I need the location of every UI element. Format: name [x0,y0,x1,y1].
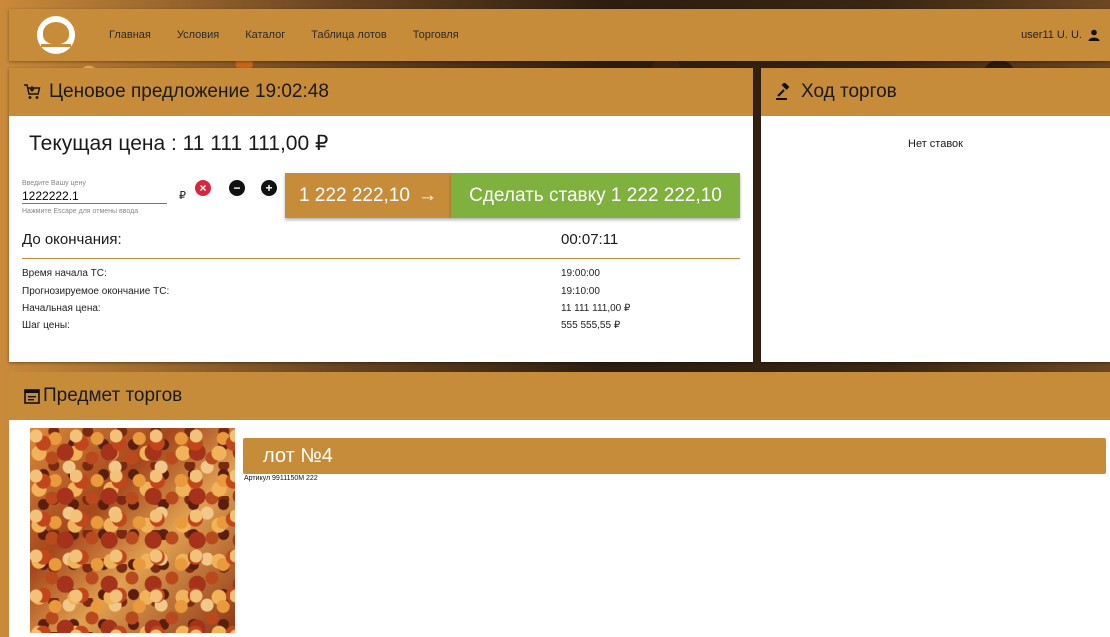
history-panel-title: Ход торгов [801,81,897,102]
history-panel: Ход торгов Нет ставок [761,68,1110,362]
lot-article: Артикул 9911150M 222 [244,475,318,482]
info-label: Шаг цены: [22,320,70,331]
suggested-price-label: 1 222 222,10 [299,184,410,206]
subject-panel: Предмет торгов лот №4 Артикул 9911150M 2… [9,372,1110,637]
decrease-price-icon[interactable]: − [229,180,245,196]
bid-panel-title: Ценовое предложение 19:02:48 [49,81,329,102]
cancel-input-icon[interactable]: × [195,180,211,196]
logo-icon[interactable] [37,16,75,54]
top-navbar: Главная Условия Каталог Таблица лотов То… [9,9,1110,61]
price-input-hint: Нажмите Escape для отмены ввода [22,208,139,215]
price-input[interactable] [22,189,167,204]
until-end-value: 00:07:11 [561,231,619,248]
nav-lots-table[interactable]: Таблица лотов [311,29,386,41]
nav-conditions[interactable]: Условия [177,29,219,41]
bid-panel-header: Ценовое предложение 19:02:48 [9,68,753,116]
nav-catalog[interactable]: Каталог [245,29,285,41]
place-bid-button[interactable]: Сделать ставку 1 222 222,10 [451,173,740,218]
currency-sign: ₽ [179,190,186,202]
main-nav: Главная Условия Каталог Таблица лотов То… [109,29,459,41]
nav-trading[interactable]: Торговля [413,29,459,41]
info-label: Время начала ТС: [22,268,107,279]
no-bids-text: Нет ставок [908,138,963,150]
current-price: Текущая цена : 11 111 111,00 ₽ [29,132,329,155]
info-label: Начальная цена: [22,303,101,314]
info-label: Прогнозируемое окончание ТС: [22,286,170,297]
bid-panel: Ценовое предложение 19:02:48 Текущая цен… [9,68,753,362]
cart-icon [24,84,41,99]
user-icon [1088,29,1100,41]
nav-home[interactable]: Главная [109,29,151,41]
subject-panel-title: Предмет торгов [43,385,183,406]
place-bid-label: Сделать ставку 1 222 222,10 [469,184,722,206]
until-end-label: До окончания: [22,231,122,248]
suggested-price-button[interactable]: 1 222 222,10 → [285,173,451,218]
user-menu[interactable]: user11 U. U. [1021,29,1100,41]
history-panel-header: Ход торгов [761,68,1110,116]
lot-title: лот №4 [243,438,1106,474]
info-value: 555 555,55 ₽ [561,320,621,331]
info-value: 19:00:00 [561,268,600,279]
lot-image[interactable] [30,428,235,633]
info-value: 11 111 111,00 ₽ [561,303,631,314]
divider [22,258,740,259]
increase-price-icon[interactable]: + [261,180,277,196]
subject-panel-header: Предмет торгов [9,372,1110,420]
gavel-icon [776,83,790,100]
price-input-label: Введите Вашу цену [22,180,86,187]
user-name: user11 U. U. [1021,29,1082,41]
price-input-group: Введите Вашу цену ₽ Нажмите Escape для о… [22,180,186,216]
arrow-right-icon: → [417,184,437,206]
calendar-icon [24,389,40,404]
info-value: 19:10:00 [561,286,600,297]
